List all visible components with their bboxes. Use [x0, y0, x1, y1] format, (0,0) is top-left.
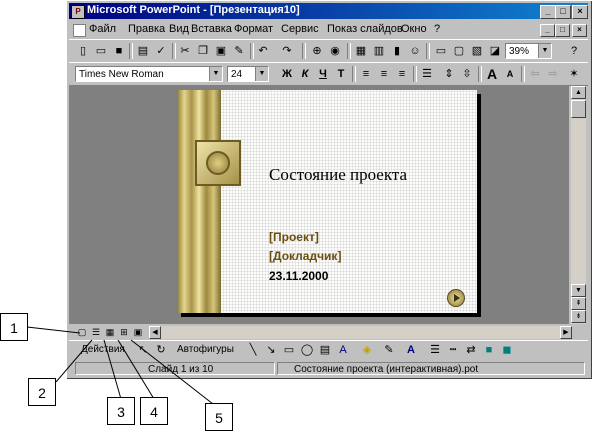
callout-line-5: [130, 339, 214, 405]
callout-2: 2: [28, 378, 56, 406]
callout-3: 3: [107, 397, 135, 425]
callout-line-3: [103, 339, 122, 400]
callout-line-1: [26, 326, 81, 334]
callout-5: 5: [205, 403, 233, 431]
callout-1: 1: [0, 313, 28, 341]
callout-line-2: [55, 339, 93, 383]
callout-4: 4: [140, 397, 168, 425]
callout-line-4: [117, 339, 155, 400]
callout-leaders: [26, 326, 214, 405]
